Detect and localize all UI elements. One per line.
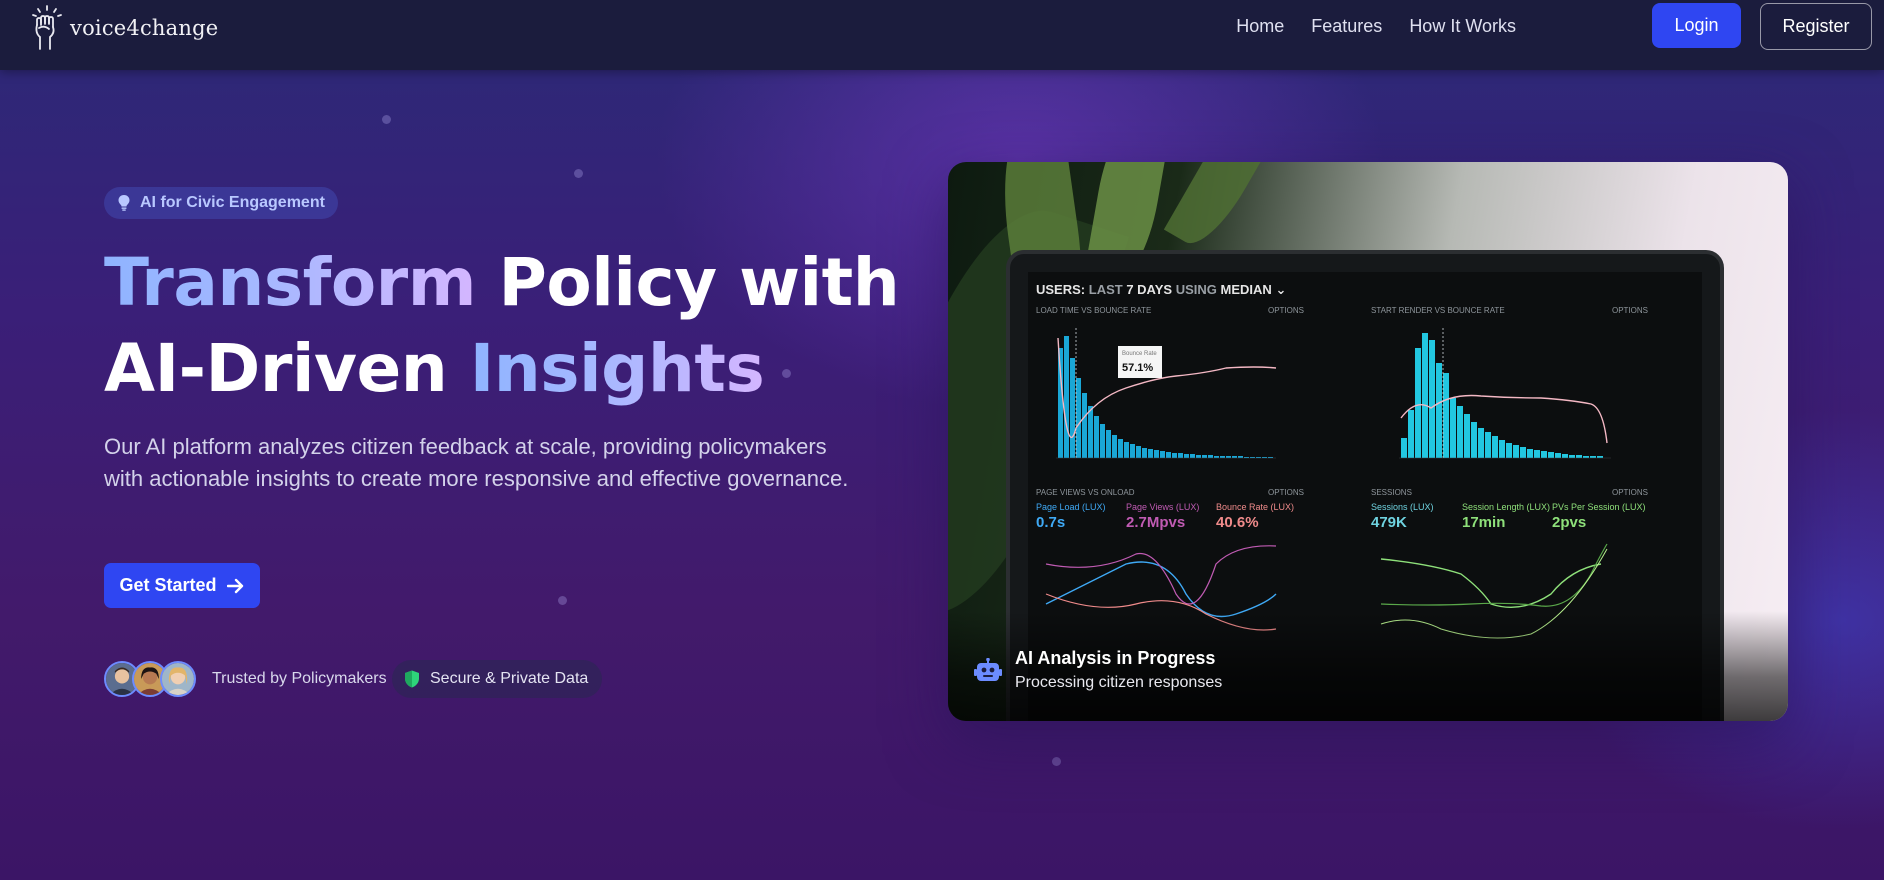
panel-title-start-render: START RENDER VS BOUNCE RATE [1371,306,1505,315]
stat-value-sessions: 479K [1371,514,1407,531]
badge-label: AI for Civic Engagement [140,194,325,211]
screen-header-median: MEDIAN [1220,282,1272,297]
tooltip-label: Bounce Rate [1122,351,1157,357]
stat-value-session-length: 17min [1462,514,1506,531]
headline-line-1: Transform Policy with [104,240,900,326]
panel-title-page-views: PAGE VIEWS VS ONLOAD [1036,488,1135,497]
shield-icon [405,670,419,688]
nav-links: Home Features How It Works [1236,14,1516,38]
trust-indicator: Trusted by Policymakers [104,660,387,698]
get-started-button[interactable]: Get Started [104,563,260,608]
login-button[interactable]: Login [1652,3,1741,48]
decorative-dot [1052,757,1061,766]
secure-data-badge: Secure & Private Data [392,660,603,698]
stat-label-sessions: Sessions (LUX) [1371,502,1434,512]
stat-label-page-load: Page Load (LUX) [1036,502,1106,512]
headline-highlight-insights: Insights [469,330,765,407]
lightbulb-icon [118,195,130,211]
chevron-down-icon: ⌄ [1275,282,1287,297]
hero-description: Our AI platform analyzes citizen feedbac… [104,434,849,491]
load-time-histogram: Bounce Rate 57.1% [1056,328,1277,459]
hero-badge: AI for Civic Engagement [104,187,338,219]
brand-name: voice4change [70,16,219,40]
arrow-right-icon [226,578,243,593]
nav-link-how-it-works[interactable]: How It Works [1409,14,1516,38]
panel-title-sessions: SESSIONS [1371,488,1412,497]
stat-value-page-views: 2.7Mpvs [1126,514,1186,531]
stat-value-pvs-per-session: 2pvs [1552,514,1587,531]
stat-label-bounce-rate: Bounce Rate (LUX) [1216,502,1295,512]
screen-header-last: LAST [1088,282,1123,297]
nav-link-home[interactable]: Home [1236,14,1284,38]
tooltip-value: 57.1% [1122,362,1153,374]
stat-label-pvs-per-session: PVs Per Session (LUX) [1552,502,1646,512]
navbar: voice4change Home Features How It Works … [0,0,1884,70]
card-caption-subtitle: Processing citizen responses [1015,674,1223,691]
avatar [160,661,196,697]
start-render-histogram [1399,328,1611,459]
hero-headline: Transform Policy with AI-Driven Insights [104,240,900,412]
register-button[interactable]: Register [1760,3,1872,50]
stat-value-bounce-rate: 40.6% [1216,514,1259,531]
panel-options-2: OPTIONS [1612,306,1649,315]
panel-options-3: OPTIONS [1268,488,1305,497]
raised-fist-icon [32,5,62,50]
card-caption-title: AI Analysis in Progress [1015,648,1216,668]
decorative-dot [574,169,583,178]
decorative-dot [382,115,391,124]
panel-title-load-time: LOAD TIME VS BOUNCE RATE [1036,306,1152,315]
decorative-dot [558,596,567,605]
headline-line-2: AI-Driven Insights [104,326,884,412]
screen-header-7days: 7 DAYS [1126,282,1173,297]
screen-header-using: USING [1175,282,1217,297]
get-started-label: Get Started [119,575,217,595]
headline-text-ai-driven: AI-Driven [104,330,470,407]
secure-label: Secure & Private Data [430,670,589,687]
hero-image-card: USERS: LAST 7 DAYS USING MEDIAN ⌄ LOAD T… [948,162,1788,721]
screen-header: USERS: LAST 7 DAYS USING MEDIAN ⌄ [1036,282,1286,298]
robot-icon [974,658,1002,681]
screen-header-users: USERS: [1036,282,1086,297]
stat-value-page-load: 0.7s [1036,514,1066,531]
trust-label: Trusted by Policymakers [212,670,387,687]
nav-link-features[interactable]: Features [1311,14,1382,38]
panel-options-4: OPTIONS [1612,488,1649,497]
headline-text-policy-with: Policy with [476,244,900,321]
plant-leaf-decoration [1163,162,1283,255]
headline-highlight-transform: Transform [104,244,477,321]
stat-label-page-views: Page Views (LUX) [1126,502,1200,512]
brand-logo-link[interactable]: voice4change [28,0,218,56]
stat-label-session-length: Session Length (LUX) [1462,502,1551,512]
panel-options-1: OPTIONS [1268,306,1305,315]
avatar-group [104,661,196,697]
